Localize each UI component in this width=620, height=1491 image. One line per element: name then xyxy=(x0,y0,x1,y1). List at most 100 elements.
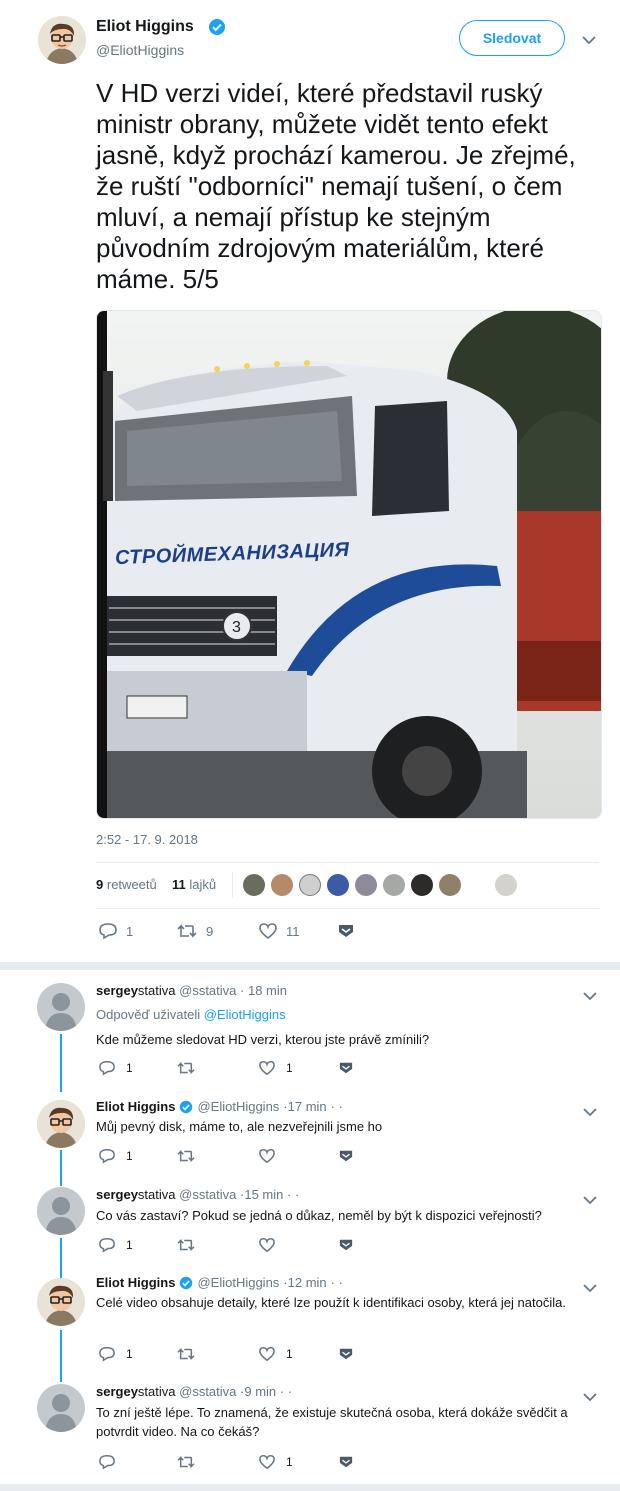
chevron-down-icon[interactable] xyxy=(583,988,597,1006)
author-avatar[interactable] xyxy=(37,1100,85,1148)
like-button[interactable] xyxy=(258,1237,286,1253)
reply-button[interactable] xyxy=(98,1454,126,1470)
reply-author-handle[interactable]: @sstativa xyxy=(179,1187,236,1202)
retweet-button[interactable]: 9 xyxy=(176,922,213,940)
liker-avatar[interactable] xyxy=(271,874,293,896)
reply-author-name[interactable]: Eliot Higgins xyxy=(96,1275,175,1290)
liker-avatar[interactable] xyxy=(383,874,405,896)
reply-button[interactable]: 1 xyxy=(98,1346,133,1362)
default-avatar[interactable] xyxy=(37,1187,85,1235)
reply-time[interactable]: ·15 min xyxy=(240,1187,283,1202)
liker-avatar[interactable] xyxy=(411,874,433,896)
liker-avatar[interactable] xyxy=(495,874,517,896)
more-dots: · · xyxy=(330,1099,343,1114)
author-handle[interactable]: @EliotHiggins xyxy=(96,42,184,58)
reply-time[interactable]: ·9 min xyxy=(240,1384,276,1399)
retweet-button[interactable] xyxy=(176,1237,206,1253)
cartoon-avatar-icon xyxy=(38,16,86,64)
reply-icon xyxy=(98,1346,116,1362)
reply-author-handle[interactable]: @EliotHiggins xyxy=(197,1275,279,1290)
tweet-timestamp[interactable]: 2:52 - 17. 9. 2018 xyxy=(96,832,198,847)
reply-author-handle[interactable]: @sstativa xyxy=(179,1384,236,1399)
divider xyxy=(96,862,599,863)
reply-icon xyxy=(98,1148,116,1164)
liker-avatar[interactable] xyxy=(467,874,489,896)
heart-icon xyxy=(258,1346,276,1362)
default-avatar[interactable] xyxy=(37,983,85,1031)
chevron-down-icon[interactable] xyxy=(583,1280,597,1298)
like-count: 1 xyxy=(286,1347,293,1361)
stats-separator xyxy=(232,872,233,898)
reply-text: Kde můžeme sledovat HD verzi, kterou jst… xyxy=(96,1032,430,1047)
liker-avatar[interactable] xyxy=(327,874,349,896)
like-label: lajků xyxy=(189,877,217,892)
retweet-stats[interactable]: 9 retweetů xyxy=(96,877,157,892)
direct-message-icon[interactable] xyxy=(337,923,355,944)
svg-text:3: 3 xyxy=(232,619,241,636)
tweet-media-image[interactable]: 3 СТРОЙМЕХАНИЗАЦИЯ xyxy=(96,310,602,819)
reply-author-name-rest[interactable]: stativa xyxy=(138,1384,176,1399)
default-avatar[interactable] xyxy=(37,1384,85,1432)
retweet-label: retweetů xyxy=(106,877,157,892)
reply-to-prefix: Odpověď uživateli xyxy=(96,1007,201,1022)
reply-button[interactable]: 1 xyxy=(98,1237,133,1253)
reply-author-name-rest[interactable]: stativa xyxy=(138,983,176,998)
reply-author-name-rest[interactable]: stativa xyxy=(138,1187,176,1202)
reply-icon xyxy=(99,923,117,940)
like-button[interactable]: 1 xyxy=(258,1060,293,1076)
like-button[interactable] xyxy=(258,1148,286,1164)
follow-button[interactable]: Sledovat xyxy=(459,20,565,56)
reply-to-handle[interactable]: @EliotHiggins xyxy=(204,1007,286,1022)
reply-author-name[interactable]: Eliot Higgins xyxy=(96,1099,175,1114)
retweet-icon xyxy=(176,1148,196,1164)
more-dots: · · xyxy=(279,1384,293,1399)
reply-author-handle[interactable]: @EliotHiggins xyxy=(197,1099,279,1114)
reply-time[interactable]: ·17 min xyxy=(283,1099,326,1114)
retweet-button[interactable] xyxy=(176,1148,206,1164)
liker-avatar[interactable] xyxy=(299,874,321,896)
like-button[interactable]: 1 xyxy=(258,1454,293,1470)
reply-header: sergeystativa @sstativa · 18 min xyxy=(96,983,287,998)
reply-author-name[interactable]: sergey xyxy=(96,1187,138,1202)
heart-icon xyxy=(258,1237,276,1253)
direct-message-icon[interactable] xyxy=(338,1455,354,1474)
reply-author-handle[interactable]: @sstativa xyxy=(179,983,236,998)
section-separator xyxy=(0,962,620,970)
reply-author-name[interactable]: sergey xyxy=(96,1384,138,1399)
person-silhouette-icon xyxy=(45,993,77,1031)
author-avatar[interactable] xyxy=(37,1278,85,1326)
retweet-button[interactable] xyxy=(176,1060,206,1076)
reply-count: 1 xyxy=(126,1347,133,1361)
reply-button[interactable]: 1 xyxy=(98,922,133,940)
retweet-button[interactable] xyxy=(176,1454,206,1470)
reply-count: 1 xyxy=(126,1149,133,1163)
like-button[interactable]: 1 xyxy=(258,1346,293,1362)
author-avatar[interactable] xyxy=(38,16,86,64)
like-button[interactable]: 11 xyxy=(258,922,300,940)
reply-button[interactable]: 1 xyxy=(98,1148,133,1164)
person-silhouette-icon xyxy=(45,1394,77,1432)
direct-message-icon[interactable] xyxy=(338,1149,354,1168)
liker-avatar[interactable] xyxy=(439,874,461,896)
liker-avatar[interactable] xyxy=(243,874,265,896)
thread-line xyxy=(60,1238,62,1278)
reply-time[interactable]: · 18 min xyxy=(240,983,287,998)
reply-header: Eliot Higgins @EliotHiggins ·17 min · · xyxy=(96,1099,343,1114)
retweet-icon xyxy=(176,1346,196,1362)
reply-author-name[interactable]: sergey xyxy=(96,983,138,998)
reply-header: Eliot Higgins @EliotHiggins ·12 min · · xyxy=(96,1275,343,1290)
liker-avatar[interactable] xyxy=(355,874,377,896)
direct-message-icon[interactable] xyxy=(338,1238,354,1257)
reply-time[interactable]: ·12 min xyxy=(283,1275,326,1290)
retweet-icon xyxy=(176,1454,196,1470)
direct-message-icon[interactable] xyxy=(338,1061,354,1080)
heart-icon xyxy=(258,1454,276,1470)
direct-message-icon[interactable] xyxy=(338,1347,354,1366)
likers-avatars[interactable] xyxy=(243,874,517,896)
author-name[interactable]: Eliot Higgins xyxy=(96,18,194,36)
retweet-button[interactable] xyxy=(176,1346,206,1362)
reply-button[interactable]: 1 xyxy=(98,1060,133,1076)
like-stats[interactable]: 11 lajků xyxy=(172,877,216,892)
like-count: 11 xyxy=(172,877,186,892)
chevron-down-icon[interactable] xyxy=(582,32,596,50)
